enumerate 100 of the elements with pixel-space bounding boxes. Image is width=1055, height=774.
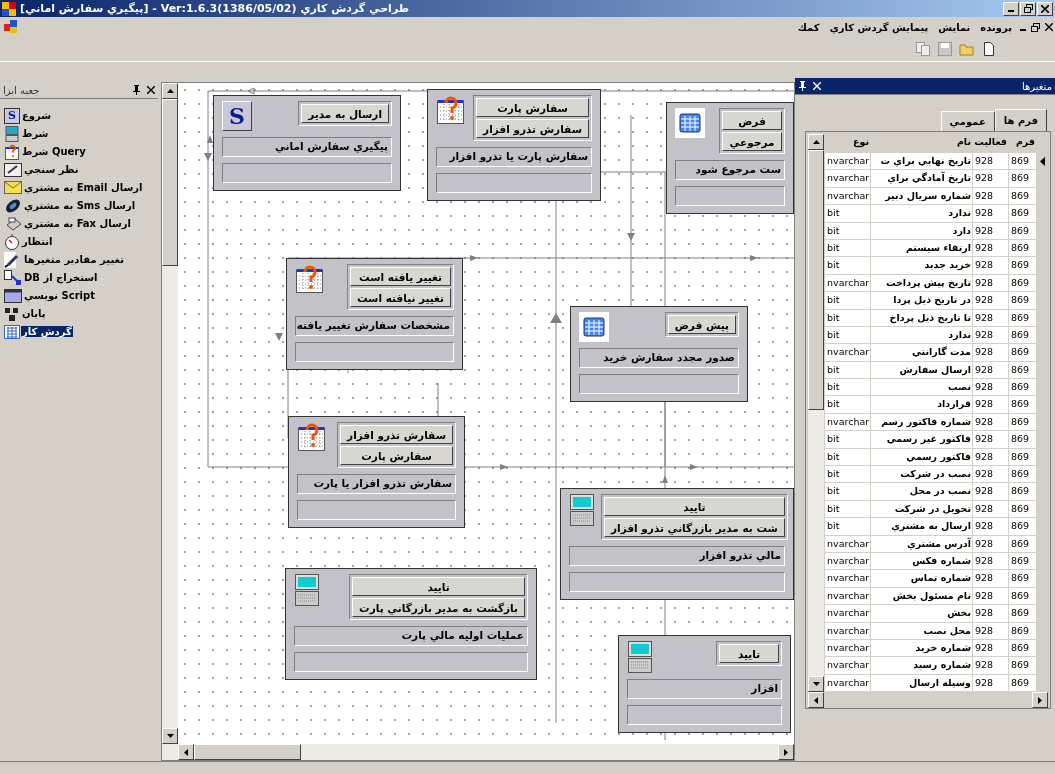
pin-icon[interactable] — [132, 85, 141, 95]
tab[interactable]: عمومي — [940, 111, 995, 131]
table-cell: 869 — [1008, 674, 1036, 693]
activity-title-field[interactable]: صدور مجدد سفارش خريد — [579, 348, 739, 368]
empty-field[interactable] — [627, 705, 782, 725]
column-header[interactable]: فرم — [1008, 134, 1036, 153]
toolbox-item[interactable]: استخراج از DB — [23, 272, 99, 283]
toolbox-item[interactable]: شرط — [21, 128, 50, 139]
table-cell: nvarchar — [824, 187, 870, 206]
activity-title-field[interactable]: مالي تذرو افزار — [569, 546, 785, 566]
toolbox-item[interactable]: نظر سنجي — [23, 164, 80, 175]
menu-item[interactable]: نمايش — [938, 21, 971, 33]
toolbox-item[interactable]: ارسال Fax به مشتري — [23, 218, 132, 229]
activity-node[interactable]: تاييد افزار — [618, 635, 791, 733]
empty-field[interactable] — [579, 374, 739, 394]
activity-title-field[interactable]: پيگيري سفارش اماني — [222, 137, 392, 157]
activity-node[interactable]: فرض مرجوعي ست مرجوع شود — [666, 102, 794, 214]
minimize-button[interactable] — [1003, 1, 1019, 16]
menu-item[interactable]: كمك — [797, 21, 820, 33]
new-document-icon[interactable] — [981, 41, 997, 57]
choice-button[interactable]: فرض — [722, 111, 782, 130]
activity-node[interactable]: تاييد شت به مدير بازرگاني تذرو افزار مالي تذرو افزار — [560, 488, 794, 600]
activity-title-field[interactable]: عمليات اوليه مالي پارت — [294, 626, 528, 646]
scroll-left-button[interactable] — [178, 744, 194, 760]
scroll-thumb[interactable] — [808, 150, 824, 410]
toolbox-item[interactable]: گردش كار — [21, 326, 73, 337]
choice-button[interactable]: بازگشت به مدير بازرگاني پارت — [352, 598, 525, 617]
choice-button[interactable]: سفارش پارت — [476, 98, 589, 117]
table-cell: ندارد — [870, 205, 972, 223]
close-button[interactable] — [1037, 1, 1053, 16]
activity-node[interactable]: تغيير يافته است تغيير نيافته است مشخصات سفارش تغيير يافته — [286, 258, 463, 370]
table-cell: 928 — [972, 448, 1008, 467]
activity-title-field[interactable]: سفارش پارت يا تذرو افزار — [436, 147, 592, 167]
empty-field[interactable] — [294, 652, 528, 672]
table-cell: 869 — [1008, 587, 1036, 606]
scroll-left-button[interactable] — [808, 692, 824, 709]
toolbox-item[interactable]: شروع — [21, 110, 53, 121]
scroll-right-button[interactable] — [778, 744, 794, 760]
horizontal-scrollbar[interactable] — [162, 744, 794, 760]
toolbox-item[interactable]: Script نويسي — [23, 290, 96, 301]
column-header[interactable]: نام — [870, 134, 972, 153]
save-icon[interactable] — [937, 41, 953, 57]
choice-button[interactable]: ارسال به مدير — [301, 104, 389, 123]
empty-field[interactable] — [675, 186, 785, 206]
empty-field[interactable] — [297, 500, 456, 520]
toolbox-item[interactable]: ارسال Sms به مشتري — [23, 200, 137, 211]
activity-title-field[interactable]: سفارش تذرو افزار يا پارت — [297, 474, 456, 494]
table-cell: 869 — [1008, 187, 1036, 206]
choice-button[interactable]: تاييد — [352, 577, 525, 596]
scroll-up-button[interactable] — [162, 83, 178, 99]
scroll-down-button[interactable] — [808, 676, 824, 693]
choice-button[interactable]: پيش فرض — [667, 315, 736, 334]
close-icon[interactable] — [147, 86, 155, 94]
choice-button[interactable]: تغيير نيافته است — [349, 288, 451, 307]
toolbox-item[interactable]: ارسال Email به مشتري — [23, 182, 144, 193]
table-cell: 928 — [972, 483, 1008, 501]
scroll-up-button[interactable] — [808, 134, 824, 150]
column-header[interactable]: نوع — [824, 134, 870, 153]
scroll-thumb[interactable] — [194, 744, 301, 760]
table-cell: 928 — [972, 570, 1008, 588]
activity-node[interactable]: سفارش پارت سفارش تذرو افزار سفارش پارت يا تذرو افزار — [427, 89, 601, 201]
toolbox-item[interactable]: Query شرط — [21, 146, 87, 157]
tab[interactable]: فرم ها — [994, 109, 1047, 131]
choice-button[interactable]: تاييد — [604, 497, 785, 516]
choice-button[interactable]: مرجوعي — [722, 132, 782, 151]
choice-button[interactable]: سفارش تذرو افزار — [476, 119, 589, 138]
activity-node[interactable]: تاييد بازگشت به مدير بازرگاني پارت عمليات اوليه مالي پارت — [285, 568, 537, 680]
restore-button[interactable] — [1020, 1, 1036, 16]
empty-field[interactable] — [295, 342, 454, 362]
activity-node[interactable]: سفارش تذرو افزار سفارش پارت سفارش تذرو افزار يا پارت — [288, 416, 465, 528]
scroll-thumb[interactable] — [162, 99, 178, 266]
vertical-scrollbar[interactable] — [808, 134, 824, 693]
menu-item[interactable]: پيمايش گردش كاري — [829, 21, 929, 33]
choice-button[interactable]: سفارش تذرو افزار — [340, 425, 453, 444]
activity-title-field[interactable]: افزار — [627, 679, 782, 699]
toolbox-item[interactable]: انتظار — [21, 236, 54, 247]
vertical-scrollbar[interactable] — [162, 83, 178, 744]
horizontal-scrollbar[interactable] — [808, 692, 1048, 707]
pin-icon[interactable] — [798, 81, 807, 91]
choice-button[interactable]: سفارش پارت — [340, 446, 453, 465]
copy-icon[interactable] — [915, 41, 931, 57]
activity-title-field[interactable]: ست مرجوع شود — [675, 160, 785, 180]
fax-icon — [4, 215, 22, 232]
empty-field[interactable] — [222, 163, 392, 183]
scroll-right-button[interactable] — [1032, 692, 1048, 709]
menu-item[interactable]: پرونده — [980, 21, 1012, 33]
choice-button[interactable]: شت به مدير بازرگاني تذرو افزار — [604, 518, 785, 537]
toolbox-item[interactable]: پايان — [21, 308, 47, 319]
choice-button[interactable]: تاييد — [719, 644, 779, 663]
column-header[interactable]: فعاليت — [972, 134, 1008, 153]
right-arrow-icon — [1038, 696, 1042, 704]
scroll-down-button[interactable] — [162, 728, 178, 744]
activity-node[interactable]: پيش فرض صدور مجدد سفارش خريد — [570, 306, 748, 402]
minimize-icon[interactable] — [1020, 28, 1026, 31]
empty-field[interactable] — [569, 572, 785, 592]
toolbox-item[interactable]: تغيير مقادير متغيرها — [23, 254, 125, 265]
choice-button[interactable]: تغيير يافته است — [349, 267, 451, 286]
empty-field[interactable] — [436, 173, 592, 193]
close-icon[interactable] — [1045, 23, 1053, 31]
activity-title-field[interactable]: مشخصات سفارش تغيير يافته — [295, 316, 454, 336]
